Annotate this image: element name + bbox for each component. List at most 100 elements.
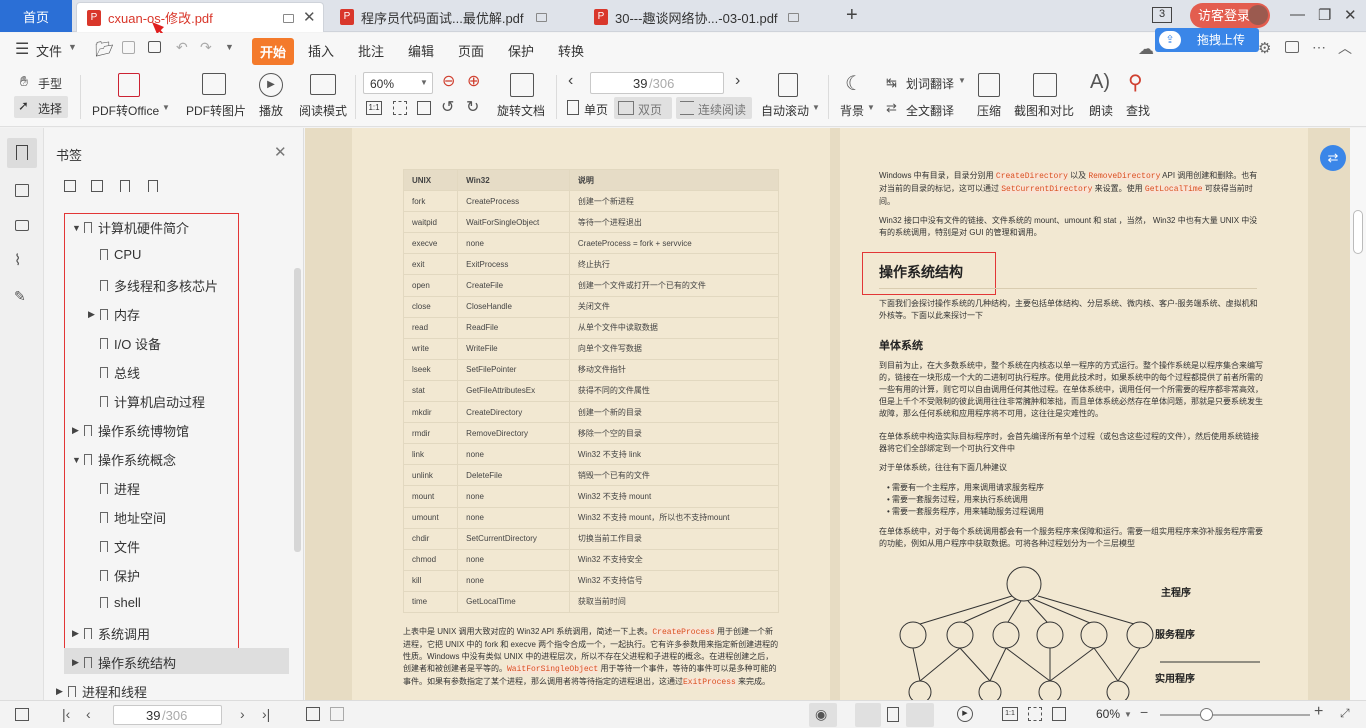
expand-arrow-icon[interactable]: ▼ [72,223,81,233]
collapse-all-icon[interactable] [91,180,103,192]
tab-close-icon[interactable]: ✕ [303,8,316,26]
chevron-down-icon[interactable]: ▼ [1124,710,1132,719]
word-translate-label[interactable]: 划词翻译 [906,75,954,92]
compress-icon[interactable] [978,73,1000,97]
chevron-down-icon[interactable]: ▼ [162,103,170,112]
pdf-to-image-icon[interactable] [202,73,226,95]
panel-scrollbar[interactable] [294,268,301,552]
comment-icon[interactable] [1285,41,1299,53]
collapse-arrow-icon[interactable]: ▶ [88,309,95,320]
fit-page-icon[interactable] [1028,707,1042,721]
continuous-read-button[interactable]: 连续阅读 [676,97,752,119]
bookmark-item[interactable]: 总线 [100,363,140,382]
bookmark-item[interactable]: 计算机启动过程 [100,392,205,411]
scrollbar-thumb[interactable] [1353,210,1363,254]
read-aloud-label[interactable]: 朗读 [1089,102,1113,119]
zoom-slider[interactable] [1160,714,1310,716]
tab-preview-icon[interactable] [283,14,294,23]
open-folder-icon[interactable]: 📂︎ [95,40,114,58]
next-page-icon[interactable]: › [735,72,740,90]
next-page-icon[interactable]: › [240,706,245,722]
play-icon[interactable]: ▶ [957,706,973,722]
hand-icon[interactable]: ✋︎ [20,73,28,90]
delete-bookmark-icon[interactable] [148,180,158,192]
fit-width-icon[interactable] [417,101,431,115]
bookmark-item[interactable]: 地址空间 [100,508,166,527]
collapse-arrow-icon[interactable]: ▶ [72,425,79,436]
login-button[interactable]: 访客登录 [1190,3,1270,28]
collapse-arrow-icon[interactable]: ▶ [72,628,79,639]
tab-home[interactable]: 首页 [0,0,72,32]
word-translate-icon[interactable]: ↹ [886,75,897,91]
thumbnail-icon[interactable] [15,184,29,197]
bookmark-item[interactable]: I/O 设备 [100,334,161,353]
read-mode-icon[interactable] [310,74,336,95]
more-icon[interactable]: ⋯ [1312,39,1326,56]
print-icon[interactable] [148,41,161,53]
bookmark-item[interactable]: ▶ 进程和线程 [56,682,147,700]
bookmark-item[interactable]: ▼ 操作系统概念 [72,450,176,469]
zoom-value[interactable]: 60% [1096,707,1120,721]
read-aloud-icon[interactable]: A) [1090,71,1110,94]
select-tool[interactable]: ➚ 选择 [14,96,68,118]
maximize-button[interactable]: ❐ [1318,6,1331,24]
chevron-down-icon[interactable]: ▼ [68,42,77,52]
bookmark-item[interactable]: ▶ 操作系统结构 [72,653,176,672]
zoom-in-icon[interactable]: ⊕ [467,71,480,91]
minimize-button[interactable]: — [1290,6,1305,23]
chevron-down-icon[interactable]: ▼ [812,103,820,112]
save-icon[interactable] [122,41,135,54]
zoom-slider-handle[interactable] [1200,708,1213,721]
collapse-ribbon-icon[interactable]: ︿ [1338,38,1352,58]
bookmark-item[interactable]: ▶ 系统调用 [72,624,150,643]
add-bookmark-icon[interactable] [120,180,130,192]
background-label[interactable]: 背景 [840,102,864,119]
find-label[interactable]: 查找 [1126,102,1150,119]
rotate-left-icon[interactable]: ↺ [441,97,454,117]
close-panel-icon[interactable]: ✕ [274,143,287,161]
pdf-to-office-icon[interactable] [118,73,140,97]
toggle-sidebar-icon[interactable] [15,708,29,721]
menu-edit[interactable]: 编辑 [408,41,434,60]
document-view[interactable]: UNIX Win32 说明 fork CreateProcess 创建一个新进程 wa… [305,128,1350,700]
autoscroll-icon[interactable] [778,73,798,97]
page-badge-icon[interactable]: 3 [1152,7,1172,23]
tab-preview-icon[interactable] [788,13,799,22]
collapse-arrow-icon[interactable]: ▶ [56,686,63,697]
screenshot-compare-icon[interactable] [1033,73,1057,97]
back-icon[interactable] [306,707,320,721]
settings-gear-icon[interactable]: ⚙ [1258,39,1271,57]
eye-care-button[interactable]: ◉ [809,703,837,727]
bookmark-item[interactable]: ▶ 内存 [88,305,140,324]
tab-preview-icon[interactable] [536,13,547,22]
expand-all-icon[interactable] [64,180,76,192]
close-button[interactable]: ✕ [1344,6,1357,24]
menu-protect[interactable]: 保护 [508,41,534,60]
bookmark-panel-button[interactable] [7,138,37,168]
zoom-select[interactable]: 60% ▼ [363,72,433,94]
hamburger-icon[interactable]: ☰ [15,39,29,59]
attachment-icon[interactable]: ⌇ [14,251,21,269]
bookmark-item[interactable]: ▶ 操作系统博物馆 [72,421,189,440]
menu-annotate[interactable]: 批注 [358,41,384,60]
view-single-button[interactable] [855,703,881,727]
bookmark-item[interactable]: 文件 [100,537,140,556]
forward-icon[interactable] [330,707,344,721]
actual-size-icon[interactable]: 1:1 [366,101,382,115]
hand-tool-label[interactable]: 手型 [38,75,62,92]
bookmark-item[interactable]: 进程 [100,479,140,498]
new-tab-button[interactable]: + [846,4,858,27]
play-icon[interactable]: ▶ [259,73,283,97]
document-scrollbar[interactable] [1350,128,1366,700]
floating-translate-button[interactable]: ⇄ [1320,145,1346,171]
compress-label[interactable]: 压缩 [977,102,1001,119]
drag-upload-tip[interactable]: ⇪ 拖拽上传 [1155,28,1259,52]
read-mode-label[interactable]: 阅读模式 [299,102,347,119]
page-number-input[interactable]: 39 /306 [590,72,724,94]
menu-start[interactable]: 开始 [252,38,295,65]
single-page-icon[interactable] [567,100,579,115]
view-page-icon[interactable] [887,707,899,722]
autoscroll-label[interactable]: 自动滚动 [761,102,809,119]
single-page-label[interactable]: 单页 [584,101,608,118]
fit-page-icon[interactable] [393,101,407,115]
